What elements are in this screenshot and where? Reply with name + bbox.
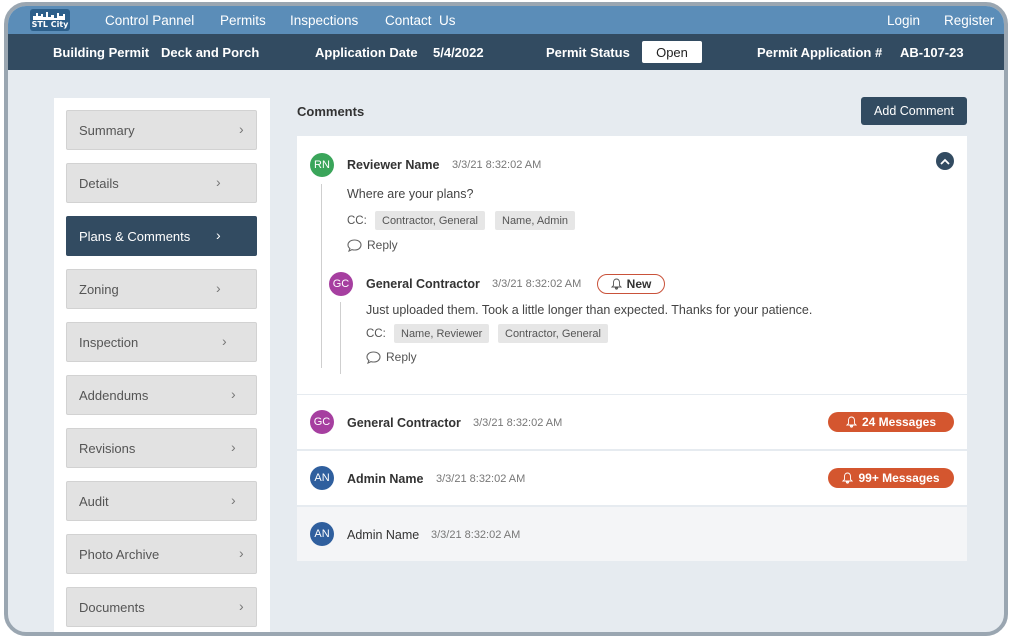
sidebar-item-photo-archive[interactable]: Photo Archive › [66,534,257,574]
bell-icon [845,416,857,428]
thread-connector [340,302,341,374]
nav-contact-us[interactable]: Contact Us [385,13,456,28]
permit-info-bar: Building Permit Deck and Porch Applicati… [8,34,1004,70]
sidebar-item-details[interactable]: Details › [66,163,257,203]
avatar: GC [329,272,353,296]
comment-text: Just uploaded them. Took a little longer… [366,303,813,317]
new-badge: New [597,274,665,294]
avatar: AN [310,522,334,546]
add-comment-button[interactable]: Add Comment [861,97,967,125]
messages-count: 99+ Messages [858,471,940,485]
comment-author: Reviewer Name [347,158,440,172]
permit-type-value: Deck and Porch [161,45,260,60]
chevron-right-icon: › [231,386,236,402]
sidebar-item-label: Photo Archive [79,547,160,562]
chevron-right-icon: › [231,492,236,508]
sidebar-item-revisions[interactable]: Revisions › [66,428,257,468]
chevron-right-icon: › [216,280,221,296]
cc-label: CC: [347,215,367,227]
nav-control-panel[interactable]: Control Pannel [105,13,194,28]
comment-timestamp: 3/3/21 8:32:02 AM [492,278,582,290]
comment-author: General Contractor [366,277,480,291]
sidebar-item-label: Inspection [79,335,139,350]
nav-inspections[interactable]: Inspections [290,13,358,28]
chevron-right-icon: › [216,227,221,243]
cc-chip: Contractor, General [498,324,608,343]
sidebar-item-label: Summary [79,123,135,138]
reply-label: Reply [386,350,417,364]
sidebar-item-audit[interactable]: Audit › [66,481,257,521]
sidebar-item-label: Audit [79,494,109,509]
sidebar-item-label: Plans & Comments [79,229,191,244]
sidebar-item-label: Details [79,176,119,191]
permit-status-badge: Open [642,41,702,63]
application-date-value: 5/4/2022 [433,45,484,60]
comment-timestamp: 3/3/21 8:32:02 AM [452,159,542,171]
app-window: STL City Control Pannel Permits Inspecti… [4,2,1008,636]
login-link[interactable]: Login [887,13,920,28]
comment-timestamp: 3/3/21 8:32:02 AM [431,529,521,541]
speech-bubble-icon [347,238,362,252]
chevron-right-icon: › [239,121,244,137]
new-badge-label: New [626,277,652,291]
reply-label: Reply [367,238,398,252]
city-logo[interactable]: STL City [30,9,70,31]
permit-type-label: Building Permit [53,45,150,60]
bell-icon [610,278,622,290]
sidebar-item-label: Addendums [79,388,149,403]
sidebar-item-inspection[interactable]: Inspection › [66,322,257,362]
comment-timestamp: 3/3/21 8:32:02 AM [436,473,526,485]
sidebar-item-label: Revisions [79,441,136,456]
comment-text: Where are your plans? [347,187,474,201]
permit-status-label: Permit Status [546,45,630,60]
avatar: GC [310,410,334,434]
messages-count: 24 Messages [861,415,937,429]
chevron-up-icon [940,158,950,165]
comment-timestamp: 3/3/21 8:32:02 AM [473,417,563,429]
register-link[interactable]: Register [944,13,994,28]
reply-button[interactable]: Reply [347,238,398,252]
top-nav: STL City Control Pannel Permits Inspecti… [8,6,1004,34]
sidebar-item-zoning[interactable]: Zoning › [66,269,257,309]
skyline-icon [33,12,65,20]
bell-icon [842,472,854,484]
collapse-thread-button[interactable] [936,152,954,170]
cc-chip: Contractor, General [375,211,485,230]
reply-button[interactable]: Reply [366,350,417,364]
cc-chip: Name, Reviewer [394,324,490,343]
comment-author: Admin Name [347,472,424,486]
comment-author: General Contractor [347,416,461,430]
chevron-right-icon: › [231,439,236,455]
speech-bubble-icon [366,350,381,364]
thread-connector [321,184,322,368]
chevron-right-icon: › [222,333,227,349]
application-number-label: Permit Application # [757,45,883,60]
comment-author: Admin Name [347,528,420,542]
sidebar-item-documents[interactable]: Documents › [66,587,257,627]
sidebar-item-addendums[interactable]: Addendums › [66,375,257,415]
sidebar-item-summary[interactable]: Summary › [66,110,257,150]
sidebar-item-label: Documents [79,600,145,615]
application-date-label: Application Date [315,45,418,60]
comments-title: Comments [297,104,365,119]
sidebar-item-label: Zoning [79,282,119,297]
cc-label: CC: [366,328,386,340]
sidebar-item-plans-comments[interactable]: Plans & Comments › [66,216,257,256]
avatar: RN [310,153,334,177]
chevron-right-icon: › [239,598,244,614]
messages-badge[interactable]: 24 Messages [828,412,954,432]
sidebar: Summary › Details › Plans & Comments › Z… [54,98,270,632]
nav-permits[interactable]: Permits [220,13,266,28]
messages-badge[interactable]: 99+ Messages [828,468,954,488]
cc-chip: Name, Admin [495,211,576,230]
chevron-right-icon: › [216,174,221,190]
avatar: AN [310,466,334,490]
logo-text: STL City [31,20,69,29]
application-number-value: AB-107-23 [900,45,964,60]
chevron-right-icon: › [239,545,244,561]
